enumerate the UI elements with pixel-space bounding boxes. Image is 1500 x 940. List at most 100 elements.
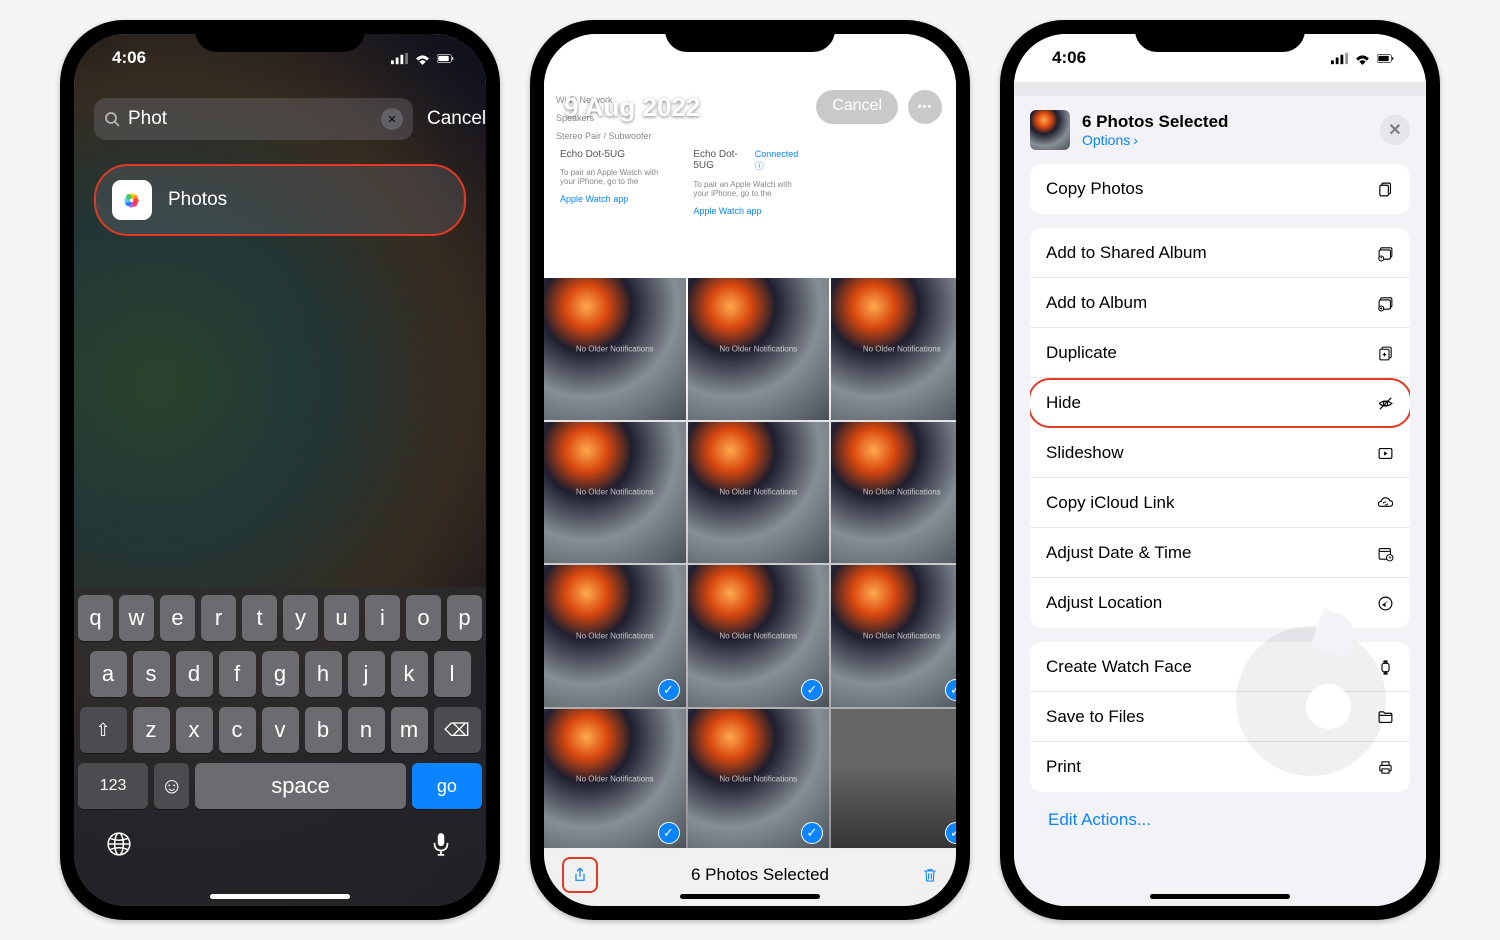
key-p[interactable]: p: [447, 595, 482, 641]
thumb-caption: No Older Notifications: [719, 488, 797, 497]
action-copy-photos[interactable]: Copy Photos: [1030, 164, 1410, 214]
key-j[interactable]: j: [348, 651, 385, 697]
photo-thumbnail[interactable]: No Older Notifications✓: [688, 565, 830, 707]
key-m[interactable]: m: [391, 707, 428, 753]
photo-thumbnail[interactable]: No Older Notifications ✓: [544, 709, 686, 851]
delete-key[interactable]: ⌫: [434, 707, 481, 753]
dictation-icon[interactable]: [428, 827, 454, 858]
action-hide[interactable]: Hide: [1030, 378, 1410, 428]
key-s[interactable]: s: [133, 651, 170, 697]
key-z[interactable]: z: [133, 707, 170, 753]
edit-actions-button[interactable]: Edit Actions...: [1030, 806, 1410, 850]
search-result-photos[interactable]: Photos: [94, 164, 466, 236]
key-k[interactable]: k: [391, 651, 428, 697]
photos-app-icon: [112, 180, 152, 220]
cancel-button[interactable]: Cancel: [816, 90, 898, 124]
action-duplicate[interactable]: Duplicate: [1030, 328, 1410, 378]
cancel-button[interactable]: Cancel: [427, 108, 486, 130]
key-q[interactable]: q: [78, 595, 113, 641]
action-label: Duplicate: [1046, 343, 1117, 363]
selection-count: 6 Photos Selected: [691, 865, 829, 885]
key-h[interactable]: h: [305, 651, 342, 697]
action-label: Adjust Location: [1046, 593, 1162, 613]
key-a[interactable]: a: [90, 651, 127, 697]
key-b[interactable]: b: [305, 707, 342, 753]
key-u[interactable]: u: [324, 595, 359, 641]
printer-icon: [1377, 757, 1394, 777]
action-label: Copy iCloud Link: [1046, 493, 1175, 513]
action-label: Create Watch Face: [1046, 657, 1192, 677]
action-adjust-location[interactable]: Adjust Location: [1030, 578, 1410, 628]
photo-thumbnail[interactable]: No Older Notifications: [831, 278, 956, 420]
thumb-caption: No Older Notifications: [576, 344, 654, 353]
shift-key[interactable]: ⇧: [80, 707, 127, 753]
key-l[interactable]: l: [434, 651, 471, 697]
photo-thumbnail[interactable]: No Older Notifications✓: [831, 565, 956, 707]
home-indicator[interactable]: [1150, 894, 1290, 899]
action-add-shared-album[interactable]: Add to Shared Album: [1030, 228, 1410, 278]
date-header: 9 Aug 2022: [564, 92, 700, 123]
photo-grid: No Older Notifications No Older Notificat…: [544, 278, 956, 850]
key-d[interactable]: d: [176, 651, 213, 697]
key-v[interactable]: v: [262, 707, 299, 753]
album-icon: [1377, 293, 1394, 313]
phone-2: 4:06 Wi-Fi Network Speakers Stereo Pair …: [530, 20, 970, 920]
selected-checkmark-icon: ✓: [658, 679, 680, 701]
action-slideshow[interactable]: Slideshow: [1030, 428, 1410, 478]
photo-thumbnail[interactable]: No Older Notifications: [688, 278, 830, 420]
key-n[interactable]: n: [348, 707, 385, 753]
action-add-album[interactable]: Add to Album: [1030, 278, 1410, 328]
space-key[interactable]: space: [195, 763, 406, 809]
photo-thumbnail[interactable]: No Older Notifications: [688, 422, 830, 564]
key-c[interactable]: c: [219, 707, 256, 753]
action-copy-icloud[interactable]: Copy iCloud Link: [1030, 478, 1410, 528]
action-label: Save to Files: [1046, 707, 1144, 727]
home-indicator[interactable]: [680, 894, 820, 899]
phone-1: 4:06 ✕ Cancel Photos: [60, 20, 500, 920]
key-x[interactable]: x: [176, 707, 213, 753]
action-label: Hide: [1046, 393, 1081, 413]
share-button[interactable]: [562, 857, 598, 893]
photo-thumbnail[interactable]: No Older Notifications✓: [688, 709, 830, 851]
thumb-caption: No Older Notifications: [719, 344, 797, 353]
thumb-caption: No Older Notifications: [576, 488, 654, 497]
go-key[interactable]: go: [412, 763, 482, 809]
key-g[interactable]: g: [262, 651, 299, 697]
location-icon: [1377, 593, 1394, 613]
action-label: Adjust Date & Time: [1046, 543, 1192, 563]
numbers-key[interactable]: 123: [78, 763, 148, 809]
key-t[interactable]: t: [242, 595, 277, 641]
photo-thumbnail[interactable]: ✓: [831, 709, 956, 851]
search-icon: [104, 111, 120, 127]
status-time: 4:06: [112, 48, 146, 68]
trash-button[interactable]: [922, 866, 938, 884]
photo-thumbnail[interactable]: No Older Notifications: [544, 278, 686, 420]
search-field[interactable]: ✕: [94, 98, 413, 140]
key-r[interactable]: r: [201, 595, 236, 641]
clear-button[interactable]: ✕: [381, 108, 403, 130]
home-indicator[interactable]: [210, 894, 350, 899]
chevron-right-icon: ›: [1133, 132, 1138, 148]
key-e[interactable]: e: [160, 595, 195, 641]
thumb-caption: No Older Notifications: [576, 775, 654, 784]
key-w[interactable]: w: [119, 595, 154, 641]
key-o[interactable]: o: [406, 595, 441, 641]
wifi-icon: [884, 50, 901, 67]
key-f[interactable]: f: [219, 651, 256, 697]
key-i[interactable]: i: [365, 595, 400, 641]
emoji-key[interactable]: ☺: [154, 763, 189, 809]
photo-thumbnail[interactable]: No Older Notifications: [831, 422, 956, 564]
action-adjust-date[interactable]: Adjust Date & Time: [1030, 528, 1410, 578]
close-button[interactable]: ✕: [1380, 115, 1410, 145]
thumb-caption: No Older Notifications: [863, 344, 941, 353]
search-input[interactable]: [128, 108, 373, 130]
photo-thumbnail[interactable]: No Older Notifications: [544, 422, 686, 564]
copy-icon: [1377, 179, 1394, 199]
key-y[interactable]: y: [283, 595, 318, 641]
options-button[interactable]: Options ›: [1082, 132, 1368, 148]
more-button[interactable]: •••: [908, 90, 942, 124]
selected-checkmark-icon: ✓: [658, 822, 680, 844]
globe-icon[interactable]: [106, 827, 132, 858]
photo-thumbnail[interactable]: No Older Notifications✓: [544, 565, 686, 707]
wifi-icon: [1354, 50, 1371, 67]
